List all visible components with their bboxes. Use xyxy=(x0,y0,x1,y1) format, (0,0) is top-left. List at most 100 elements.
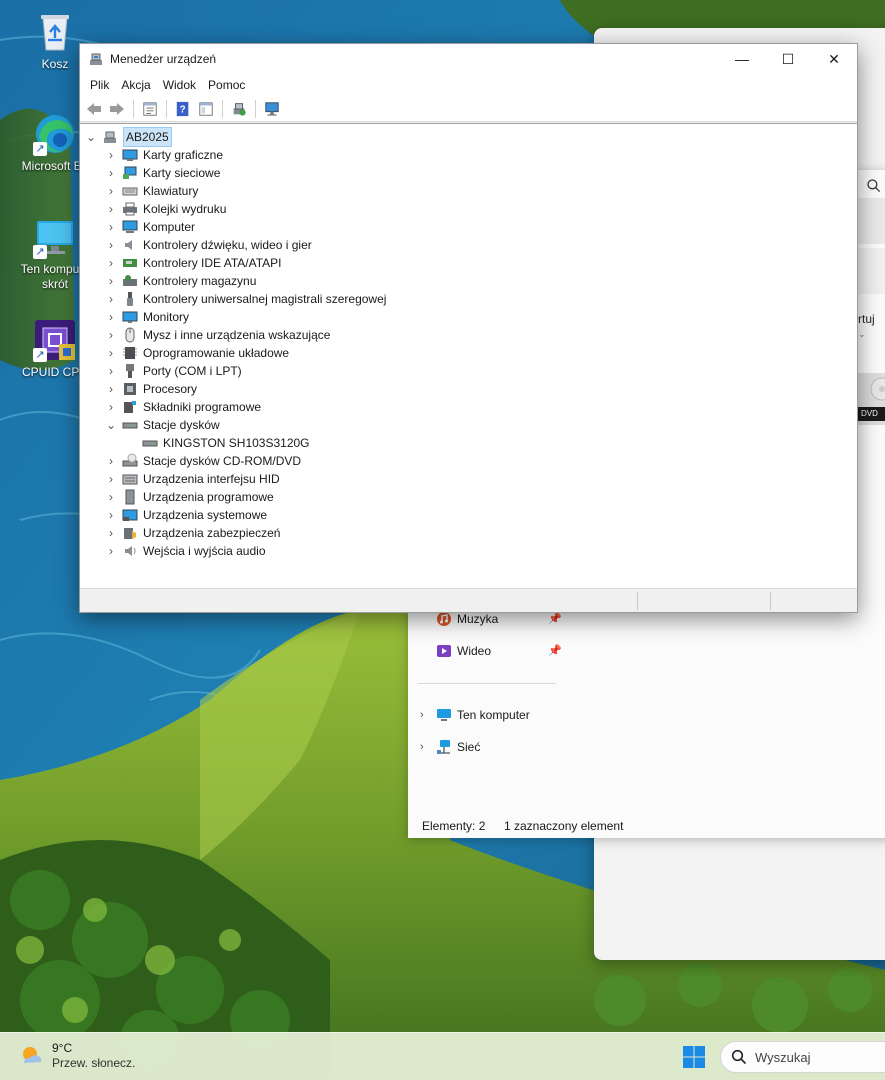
tree-category[interactable]: › Oprogramowanie układowe xyxy=(104,344,289,362)
chevron-right-icon[interactable]: › xyxy=(104,326,118,344)
device-manager-icon xyxy=(88,51,104,67)
nav-item-network[interactable]: › Sieć xyxy=(420,736,480,758)
chevron-right-icon[interactable]: › xyxy=(104,272,118,290)
chevron-right-icon[interactable]: › xyxy=(104,236,118,254)
pin-icon[interactable]: 📌 xyxy=(548,612,562,625)
video-icon xyxy=(436,643,452,659)
tree-category-label: Kontrolery IDE ATA/ATAPI xyxy=(143,256,282,270)
sort-button[interactable]: rtuj ⌄ xyxy=(858,312,885,340)
properties-icon[interactable] xyxy=(139,98,161,120)
help-icon[interactable]: ? xyxy=(172,98,194,120)
tree-category-label: Kontrolery dźwięku, wideo i gier xyxy=(143,238,312,252)
chevron-right-icon[interactable]: › xyxy=(104,470,118,488)
tree-category[interactable]: › Kontrolery uniwersalnej magistrali szer… xyxy=(104,290,386,308)
view-icon[interactable] xyxy=(195,98,217,120)
minimize-button[interactable]: — xyxy=(719,44,765,74)
chevron-right-icon[interactable]: › xyxy=(104,146,118,164)
tree-category[interactable]: › Porty (COM i LPT) xyxy=(104,362,242,380)
tree-category[interactable]: › Mysz i inne urządzenia wskazujące xyxy=(104,326,330,344)
chevron-down-icon: ⌄ xyxy=(858,329,866,339)
tree-category[interactable]: › Kolejki wydruku xyxy=(104,200,226,218)
tree-category-label: Porty (COM i LPT) xyxy=(143,364,242,378)
menu-help[interactable]: Pomoc xyxy=(202,74,251,96)
chevron-right-icon[interactable]: › xyxy=(104,218,118,236)
chevron-down-icon[interactable]: ⌄ xyxy=(84,128,98,146)
menu-action[interactable]: Akcja xyxy=(115,74,156,96)
tree-category[interactable]: › Składniki programowe xyxy=(104,398,261,416)
device-manager-window: Menedżer urządzeń — ☐ ✕ Plik Akcja Widok… xyxy=(79,43,858,613)
tree-device[interactable]: KINGSTON SH103S3120G xyxy=(124,434,310,452)
port-icon xyxy=(122,363,138,379)
tree-category-label: Stacje dysków CD-ROM/DVD xyxy=(143,454,302,468)
monitor-icon[interactable] xyxy=(261,98,283,120)
search-icon[interactable] xyxy=(858,176,885,196)
tree-category[interactable]: › Komputer xyxy=(104,218,195,236)
device-tree[interactable]: ⌄ AB2025 › Karty graficzne › Karty sieciowe › K… xyxy=(80,123,857,589)
shortcut-arrow-icon: ↗ xyxy=(33,245,47,259)
tree-category[interactable]: › Karty sieciowe xyxy=(104,164,220,182)
tree-category[interactable]: › Kontrolery magazynu xyxy=(104,272,256,290)
maximize-button[interactable]: ☐ xyxy=(765,44,811,74)
tree-category-label: Karty sieciowe xyxy=(143,166,221,180)
chevron-down-icon[interactable]: ⌄ xyxy=(104,416,118,434)
chevron-right-icon[interactable]: › xyxy=(104,362,118,380)
disk-drive-icon xyxy=(122,417,138,433)
tree-category[interactable]: › Wejścia i wyjścia audio xyxy=(104,542,266,560)
tree-device-label: KINGSTON SH103S3120G xyxy=(163,436,310,450)
explorer-toolbar-strip xyxy=(858,198,885,244)
tree-category-label: Klawiatury xyxy=(143,184,199,198)
tree-category[interactable]: › Urządzenia programowe xyxy=(104,488,274,506)
chevron-right-icon[interactable]: › xyxy=(104,254,118,272)
nav-item-this-pc[interactable]: › Ten komputer xyxy=(420,704,530,726)
chevron-right-icon[interactable]: › xyxy=(104,200,118,218)
title-bar[interactable]: Menedżer urządzeń — ☐ ✕ xyxy=(80,44,857,74)
tree-category-label: Urządzenia systemowe xyxy=(143,508,268,522)
tree-category[interactable]: › Urządzenia systemowe xyxy=(104,506,267,524)
taskbar: 9°C Przew. słonecz. Wyszukaj xyxy=(0,1032,885,1080)
nav-separator xyxy=(418,683,556,684)
chevron-right-icon[interactable]: › xyxy=(104,542,118,560)
explorer-status-items: Elementy: 2 xyxy=(422,819,486,833)
tree-category[interactable]: › Kontrolery IDE ATA/ATAPI xyxy=(104,254,282,272)
close-button[interactable]: ✕ xyxy=(811,44,857,74)
tree-category[interactable]: › Stacje dysków CD-ROM/DVD xyxy=(104,452,301,470)
chevron-right-icon[interactable]: › xyxy=(420,741,436,753)
tree-category[interactable]: › Karty graficzne xyxy=(104,146,223,164)
explorer-command-strip xyxy=(858,248,885,294)
tree-category[interactable]: › Urządzenia zabezpieczeń xyxy=(104,524,280,542)
chevron-right-icon[interactable]: › xyxy=(104,164,118,182)
scan-hardware-icon[interactable] xyxy=(228,98,250,120)
tree-category[interactable]: › Monitory xyxy=(104,308,189,326)
chevron-right-icon[interactable]: › xyxy=(104,344,118,362)
chevron-right-icon[interactable]: › xyxy=(104,506,118,524)
chevron-right-icon[interactable]: › xyxy=(104,398,118,416)
tree-category[interactable]: ⌄ Stacje dysków xyxy=(104,416,220,434)
forward-icon[interactable] xyxy=(106,98,128,120)
tree-category[interactable]: › Urządzenia interfejsu HID xyxy=(104,470,280,488)
tree-root[interactable]: ⌄ AB2025 xyxy=(84,127,172,147)
nav-item-video[interactable]: Wideo xyxy=(420,640,491,662)
menu-file[interactable]: Plik xyxy=(84,74,115,96)
weather-widget[interactable]: 9°C Przew. słonecz. xyxy=(18,1041,135,1071)
chevron-right-icon[interactable]: › xyxy=(104,290,118,308)
taskbar-search[interactable]: Wyszukaj xyxy=(720,1041,885,1073)
back-icon[interactable] xyxy=(83,98,105,120)
chevron-right-icon[interactable]: › xyxy=(104,488,118,506)
tree-category[interactable]: › Kontrolery dźwięku, wideo i gier xyxy=(104,236,312,254)
status-bar xyxy=(80,588,857,612)
chevron-right-icon[interactable]: › xyxy=(104,380,118,398)
dvd-drive-icon xyxy=(122,453,138,469)
start-button[interactable] xyxy=(682,1045,706,1069)
pin-icon[interactable]: 📌 xyxy=(548,644,562,657)
search-icon xyxy=(731,1049,747,1065)
chevron-right-icon[interactable]: › xyxy=(420,709,436,721)
chevron-right-icon[interactable]: › xyxy=(104,182,118,200)
dvd-drive-thumbnail[interactable]: DVD xyxy=(858,373,885,425)
tree-category[interactable]: › Klawiatury xyxy=(104,182,198,200)
tree-category[interactable]: › Procesory xyxy=(104,380,197,398)
chevron-right-icon[interactable]: › xyxy=(104,524,118,542)
chevron-right-icon[interactable]: › xyxy=(104,452,118,470)
chevron-right-icon[interactable]: › xyxy=(104,308,118,326)
search-placeholder: Wyszukaj xyxy=(755,1049,811,1065)
menu-view[interactable]: Widok xyxy=(157,74,202,96)
